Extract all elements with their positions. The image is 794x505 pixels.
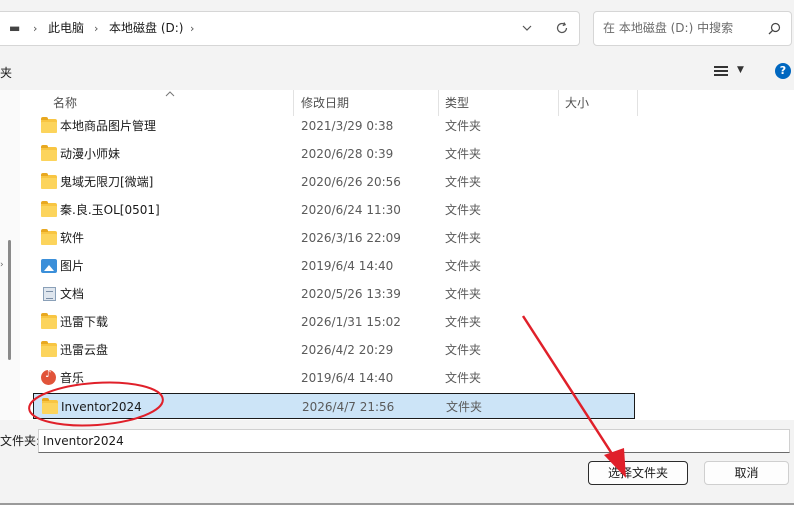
file-date: 2020/5/26 13:39 — [301, 287, 401, 301]
table-row[interactable]: 鬼域无限刀[微端] 2020/6/26 20:56 文件夹 — [33, 169, 635, 195]
file-date: 2020/6/28 0:39 — [301, 147, 394, 161]
table-row[interactable]: 迅雷云盘 2026/4/2 20:29 文件夹 — [33, 337, 635, 363]
file-type: 文件夹 — [445, 203, 482, 217]
file-type: 文件夹 — [445, 175, 482, 189]
breadcrumb-separator-icon[interactable]: › — [33, 12, 37, 45]
file-type: 文件夹 — [445, 343, 482, 357]
file-name: 鬼域无限刀[微端] — [60, 175, 154, 189]
view-options-icon[interactable] — [714, 66, 728, 76]
file-name: 文档 — [60, 287, 85, 301]
breadcrumb-separator-icon[interactable]: › — [190, 12, 194, 45]
file-date: 2021/3/29 0:38 — [301, 119, 394, 133]
folder-icon — [41, 341, 57, 357]
file-date: 2026/1/31 15:02 — [301, 315, 401, 329]
file-date: 2026/3/16 22:09 — [301, 231, 401, 245]
file-name: 图片 — [60, 259, 85, 273]
refresh-icon[interactable] — [555, 21, 569, 35]
file-name: 迅雷云盘 — [60, 343, 109, 357]
folder-icon — [41, 173, 57, 189]
folder-name-input[interactable]: Inventor2024 — [38, 429, 790, 453]
file-type: 文件夹 — [445, 119, 482, 133]
file-type: 文件夹 — [445, 259, 482, 273]
select-folder-button[interactable]: 选择文件夹 — [588, 461, 688, 485]
file-list[interactable]: 名称 修改日期 类型 大小 本地商品图片管理 2021/3/29 0:38 文件夹动… — [20, 90, 794, 420]
nav-pane-indicator: › — [0, 260, 4, 270]
file-name: 本地商品图片管理 — [60, 119, 157, 133]
file-date: 2020/6/24 11:30 — [301, 203, 401, 217]
file-name: Inventor2024 — [61, 400, 142, 414]
breadcrumb-separator-icon[interactable]: › — [94, 12, 98, 45]
help-icon[interactable]: ? — [775, 63, 791, 79]
file-date: 2026/4/2 20:29 — [301, 343, 394, 357]
sort-ascending-icon — [165, 91, 175, 97]
table-row[interactable]: 动漫小师妹 2020/6/28 0:39 文件夹 — [33, 141, 635, 167]
table-row[interactable]: 图片 2019/6/4 14:40 文件夹 — [33, 253, 635, 279]
table-row[interactable]: 本地商品图片管理 2021/3/29 0:38 文件夹 — [33, 113, 635, 139]
file-type: 文件夹 — [445, 147, 482, 161]
address-bar[interactable]: ▬ › 此电脑 › 本地磁盘 (D:) › — [0, 11, 580, 46]
file-date: 2020/6/26 20:56 — [301, 175, 401, 189]
file-date: 2019/6/4 14:40 — [301, 259, 394, 273]
folder-icon — [41, 313, 57, 329]
documents-icon — [43, 287, 56, 301]
table-row[interactable]: 音乐 2019/6/4 14:40 文件夹 — [33, 365, 635, 391]
folder-icon — [41, 117, 57, 133]
pictures-icon — [41, 259, 57, 273]
folder-field-label: 文件夹: — [0, 434, 41, 448]
file-name: 音乐 — [60, 371, 85, 385]
table-row-selected[interactable]: Inventor2024 2026/4/7 21:56 文件夹 — [33, 393, 635, 419]
breadcrumb-drive-d[interactable]: 本地磁盘 (D:) — [109, 12, 183, 45]
folder-icon — [42, 398, 58, 414]
file-type: 文件夹 — [446, 400, 483, 414]
new-folder-button-fragment[interactable]: 夹 — [0, 60, 12, 86]
chevron-down-icon[interactable] — [521, 23, 533, 33]
file-name: 秦.良.玉OL[0501] — [60, 203, 160, 217]
file-name: 动漫小师妹 — [60, 147, 121, 161]
table-row[interactable]: 软件 2026/3/16 22:09 文件夹 — [33, 225, 635, 251]
search-box[interactable]: 在 本地磁盘 (D:) 中搜索 — [593, 11, 792, 46]
drive-icon: ▬ — [9, 21, 21, 35]
file-type: 文件夹 — [445, 231, 482, 245]
nav-scrollbar[interactable] — [8, 240, 11, 360]
file-type: 文件夹 — [445, 371, 482, 385]
table-row[interactable]: 迅雷下载 2026/1/31 15:02 文件夹 — [33, 309, 635, 335]
search-input[interactable]: 在 本地磁盘 (D:) 中搜索 — [603, 12, 733, 45]
table-row[interactable]: 秦.良.玉OL[0501] 2020/6/24 11:30 文件夹 — [33, 197, 635, 223]
cancel-button[interactable]: 取消 — [704, 461, 789, 485]
file-date: 2026/4/7 21:56 — [302, 400, 395, 414]
file-type: 文件夹 — [445, 287, 482, 301]
file-name: 迅雷下载 — [60, 315, 109, 329]
file-date: 2019/6/4 14:40 — [301, 371, 394, 385]
folder-icon — [41, 201, 57, 217]
music-icon — [41, 369, 56, 385]
folder-icon — [41, 229, 57, 245]
file-name: 软件 — [60, 231, 85, 245]
folder-icon — [41, 145, 57, 161]
view-dropdown-icon[interactable]: ▼ — [737, 65, 744, 75]
file-type: 文件夹 — [445, 315, 482, 329]
table-row[interactable]: 文档 2020/5/26 13:39 文件夹 — [33, 281, 635, 307]
search-icon[interactable] — [768, 22, 781, 35]
breadcrumb-this-pc[interactable]: 此电脑 — [48, 12, 84, 45]
